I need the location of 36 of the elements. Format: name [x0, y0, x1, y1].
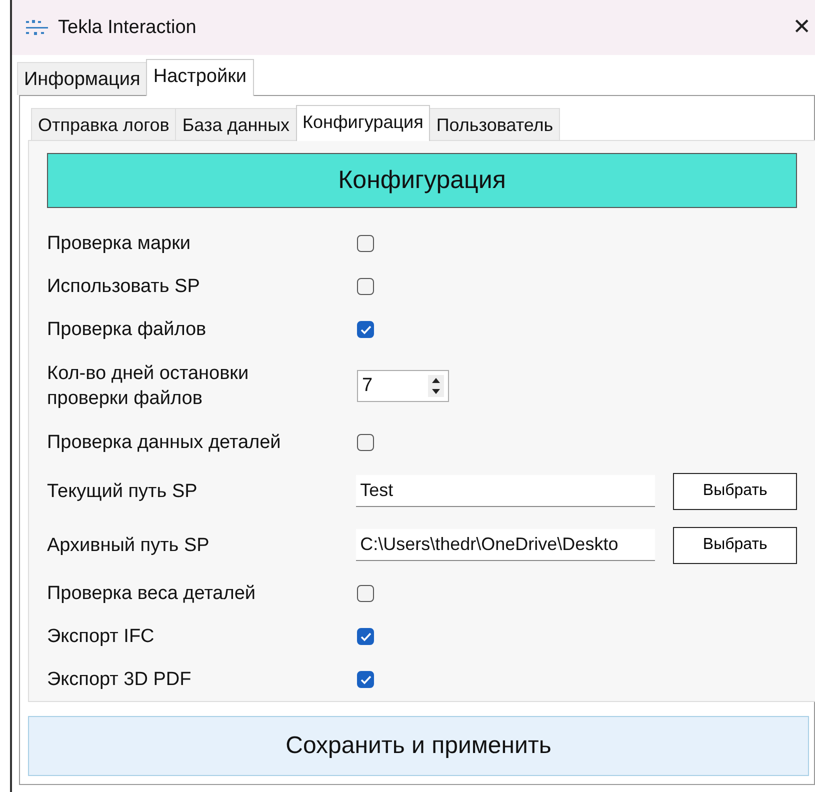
- browse-button[interactable]: Выбрать: [673, 472, 797, 510]
- setting-label: Проверка веса деталей: [47, 582, 257, 606]
- tab[interactable]: База данных: [175, 108, 297, 140]
- section-header: Конфигурация: [47, 153, 797, 208]
- check-icon: [360, 632, 372, 642]
- setting-label: Экспорт IFC: [47, 625, 156, 649]
- browse-button[interactable]: Выбрать: [673, 526, 797, 564]
- path-field[interactable]: Test: [356, 475, 656, 507]
- checkbox[interactable]: [357, 585, 374, 602]
- checkbox[interactable]: [357, 628, 374, 645]
- setting-label: Экспорт 3D PDF: [47, 668, 192, 692]
- window-title: Tekla Interaction: [58, 16, 198, 38]
- setting-label: Текущий путь SP: [47, 480, 198, 504]
- tab[interactable]: Информация: [17, 62, 148, 95]
- setting-label: Архивный путь SP: [47, 534, 210, 558]
- setting-label: Проверка данных деталей: [47, 431, 282, 455]
- tab[interactable]: Отправка логов: [31, 108, 176, 140]
- setting-label: Проверка файлов: [47, 318, 208, 342]
- tab[interactable]: Пользователь: [429, 108, 560, 140]
- tab[interactable]: Настройки: [146, 59, 254, 96]
- save-button[interactable]: Сохранить и применить: [28, 716, 809, 776]
- check-icon: [360, 324, 372, 334]
- check-icon: [360, 674, 372, 684]
- checkbox[interactable]: [357, 235, 374, 252]
- number-spinner[interactable]: 7: [357, 370, 449, 402]
- close-button[interactable]: ✕: [788, 15, 815, 40]
- checkbox[interactable]: [357, 278, 374, 295]
- checkbox[interactable]: [357, 671, 374, 688]
- path-field[interactable]: C:\Users\thedr\OneDrive\Deskto: [356, 529, 656, 561]
- checkbox[interactable]: [357, 434, 374, 451]
- setting-label: Использовать SP: [47, 275, 201, 299]
- tab[interactable]: Конфигурация: [296, 105, 430, 141]
- app-icon: [26, 18, 48, 36]
- setting-label: Проверка марки: [47, 232, 192, 256]
- checkbox[interactable]: [357, 321, 374, 338]
- setting-label: Кол-во дней остановки проверки файлов: [47, 362, 250, 411]
